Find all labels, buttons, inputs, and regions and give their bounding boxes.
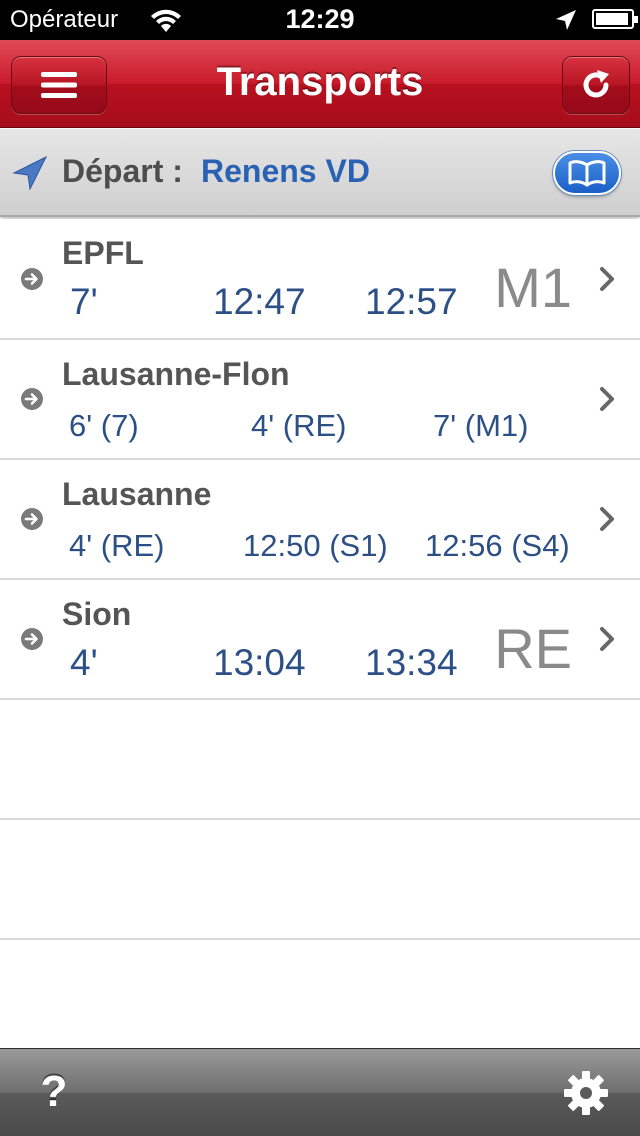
departure-time: 4': [70, 642, 98, 683]
arrow-circle-icon: [21, 628, 43, 650]
refresh-button[interactable]: [562, 56, 630, 114]
line-label: RE: [494, 617, 572, 680]
location-arrow-icon: [12, 155, 48, 191]
departure-time: 12:50 (S1): [243, 528, 388, 563]
battery-icon: [592, 9, 638, 29]
help-button[interactable]: ?: [36, 1067, 72, 1117]
departure-time: 6' (7): [69, 408, 139, 443]
destination-name: EPFL: [62, 235, 144, 271]
departure-time: 7' (M1): [433, 408, 529, 443]
bottom-toolbar: ?: [0, 1048, 640, 1136]
status-time: 12:29: [285, 4, 355, 34]
status-bar: Opérateur 12:29: [0, 0, 640, 40]
departure-time: 4' (RE): [69, 528, 165, 563]
book-icon: [568, 160, 606, 187]
destination-list: EPFL 7' 12:47 12:57 M1 Lausanne-Flon 6' (7) 4'…: [0, 219, 640, 940]
page-title: Transports: [216, 60, 424, 104]
gear-icon[interactable]: [562, 1069, 610, 1117]
empty-row: [0, 700, 640, 820]
departure-bar[interactable]: Départ : Renens VD: [0, 129, 640, 217]
arrow-circle-icon: [21, 508, 43, 530]
destination-row[interactable]: Lausanne 4' (RE) 12:50 (S1) 12:56 (S4): [0, 460, 640, 580]
line-label: M1: [494, 256, 572, 319]
refresh-icon: [583, 70, 609, 98]
departure-time: 12:47: [213, 281, 306, 322]
arrow-circle-icon: [21, 267, 43, 290]
destination-name: Lausanne-Flon: [62, 356, 290, 392]
departure-time: 13:04: [213, 642, 306, 683]
chevron-right-icon: [600, 627, 614, 651]
battery-level: [596, 13, 629, 25]
chevron-right-icon: [600, 507, 614, 531]
location-arrow-icon: [556, 10, 576, 30]
departure-time: 13:34: [365, 642, 458, 683]
destination-row[interactable]: EPFL 7' 12:47 12:57 M1: [0, 219, 640, 340]
favorites-book-button[interactable]: [553, 151, 621, 195]
navigation-bar: Transports: [0, 40, 640, 128]
departure-label: Départ :: [62, 153, 183, 189]
chevron-right-icon: [600, 266, 614, 291]
chevron-right-icon: [600, 387, 614, 411]
departure-time: 12:57: [365, 281, 458, 322]
destination-name: Sion: [62, 596, 132, 632]
departure-time: 12:56 (S4): [425, 528, 570, 563]
departure-station[interactable]: Renens VD: [201, 153, 370, 190]
departure-time: 7': [70, 281, 98, 322]
destination-name: Lausanne: [62, 476, 212, 512]
destination-row[interactable]: Sion 4' 13:04 13:34 RE: [0, 580, 640, 700]
empty-row: [0, 820, 640, 940]
arrow-circle-icon: [21, 388, 43, 410]
destination-row[interactable]: Lausanne-Flon 6' (7) 4' (RE) 7' (M1): [0, 340, 640, 460]
departure-time: 4' (RE): [251, 408, 347, 443]
